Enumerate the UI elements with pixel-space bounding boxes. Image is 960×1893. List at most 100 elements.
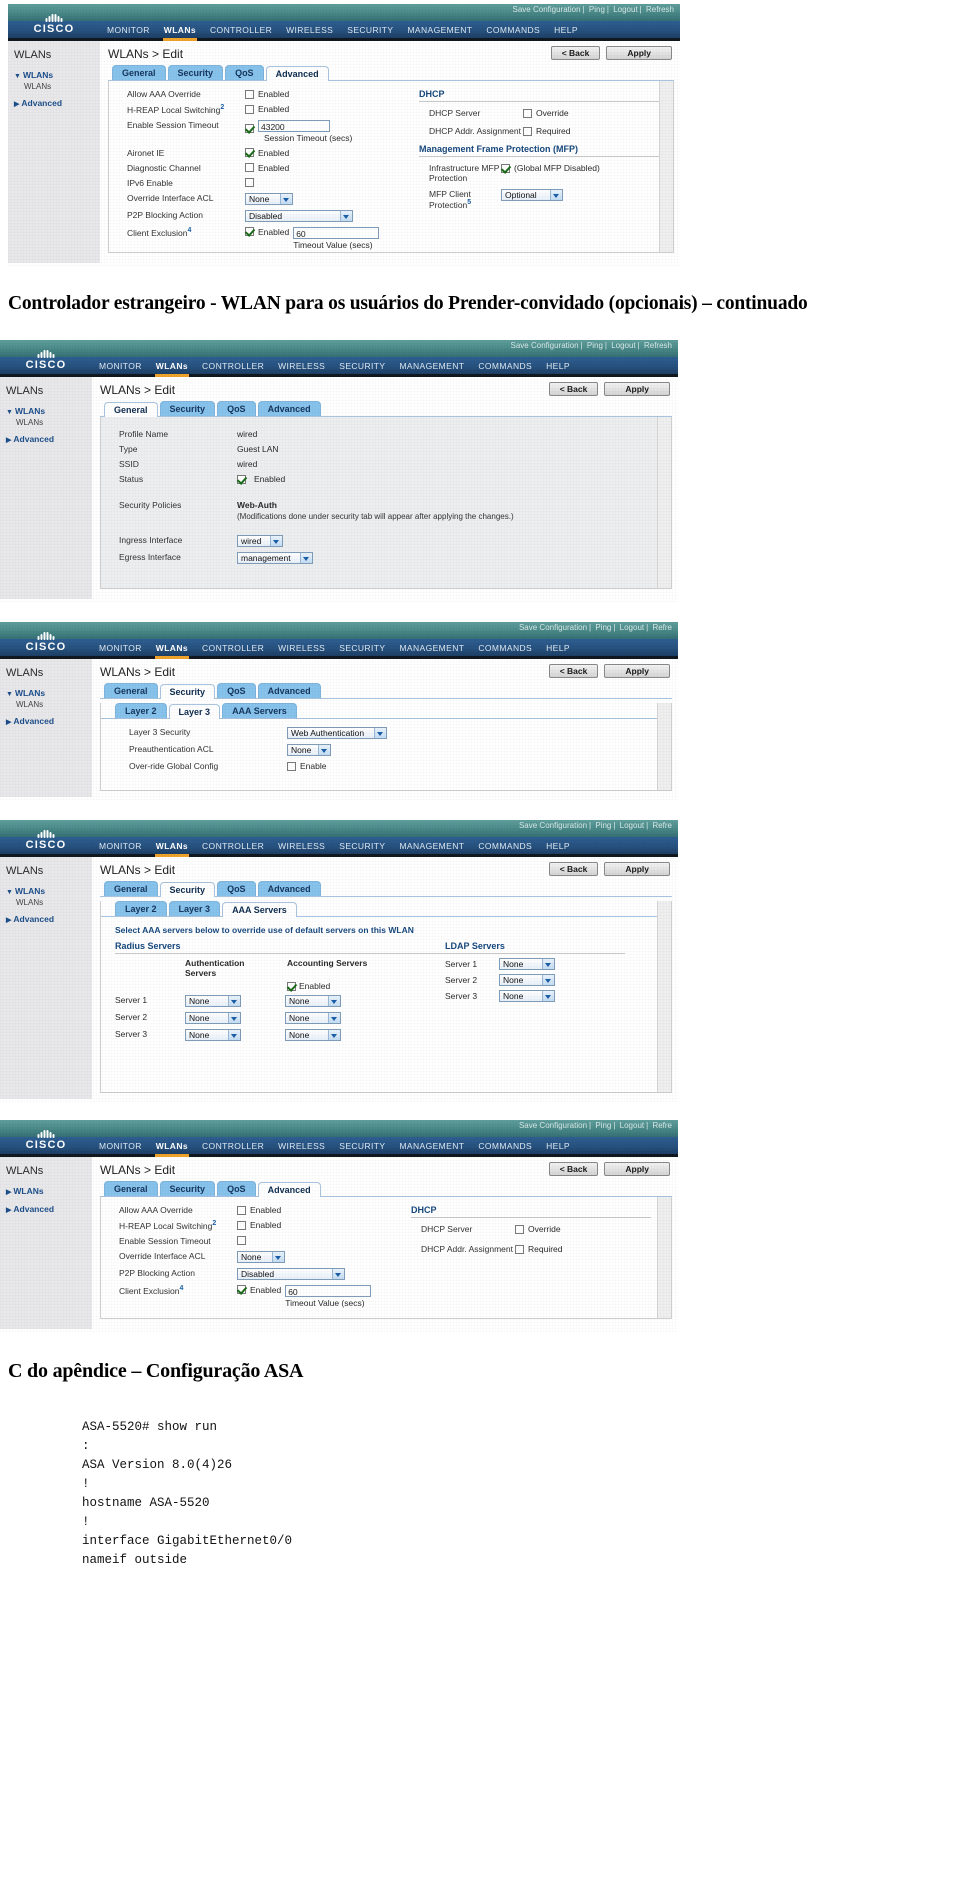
tab-general[interactable]: General: [112, 65, 166, 80]
nav-security[interactable]: SECURITY: [332, 361, 392, 371]
nav-commands[interactable]: COMMANDS: [479, 25, 547, 35]
tab-general[interactable]: General: [104, 683, 158, 698]
nav-commands[interactable]: COMMANDS: [471, 643, 539, 653]
ipv6-enable-checkbox[interactable]: [245, 177, 254, 187]
sidebar-item-advanced[interactable]: ▶ Advanced: [6, 434, 92, 444]
nav-monitor[interactable]: MONITOR: [92, 361, 149, 371]
sidebar-item-advanced[interactable]: ▶ Advanced: [6, 1204, 92, 1214]
nav-security[interactable]: SECURITY: [332, 841, 392, 851]
save-configuration-link[interactable]: Save Configuration: [513, 5, 581, 14]
nav-help[interactable]: HELP: [539, 361, 577, 371]
nav-wlans[interactable]: WLANs: [157, 25, 203, 41]
vertical-scrollbar[interactable]: [657, 703, 671, 790]
tab-security[interactable]: Security: [159, 882, 216, 897]
save-configuration-link[interactable]: Save Configuration: [519, 623, 587, 632]
logout-link[interactable]: Logout: [611, 341, 635, 350]
nav-controller[interactable]: CONTROLLER: [195, 643, 271, 653]
subtab-layer3[interactable]: Layer 3: [168, 704, 221, 719]
nav-commands[interactable]: COMMANDS: [471, 361, 539, 371]
refresh-link[interactable]: Refresh: [646, 5, 674, 14]
dhcp-addr-assignment-required-checkbox[interactable]: [515, 1244, 524, 1254]
subtab-aaa-servers[interactable]: AAA Servers: [222, 902, 297, 917]
dhcp-server-override-checkbox[interactable]: [523, 108, 532, 118]
tab-advanced[interactable]: Advanced: [257, 683, 321, 698]
vertical-scrollbar[interactable]: [657, 901, 671, 1092]
footnote-ref[interactable]: 2: [220, 104, 224, 111]
infrastructure-mfp-protection-checkbox[interactable]: [501, 163, 510, 173]
tab-qos[interactable]: QoS: [225, 65, 264, 80]
nav-controller[interactable]: CONTROLLER: [203, 25, 279, 35]
nav-commands[interactable]: COMMANDS: [471, 841, 539, 851]
nav-wireless[interactable]: WIRELESS: [271, 1141, 332, 1151]
logout-link[interactable]: Logout: [620, 623, 644, 632]
subtab-aaa-servers[interactable]: AAA Servers: [222, 703, 297, 718]
tab-general[interactable]: General: [104, 402, 158, 417]
enable-session-timeout-checkbox[interactable]: [245, 123, 254, 133]
tab-qos[interactable]: QoS: [217, 683, 256, 698]
top-links[interactable]: Save Configuration | Ping | Logout | Refre: [517, 1121, 674, 1130]
tab-security[interactable]: Security: [159, 684, 216, 699]
sidebar-item-wlans[interactable]: ▼ WLANs: [14, 70, 100, 80]
client-exclusion-timeout-input[interactable]: 60: [285, 1284, 372, 1297]
footnote-ref[interactable]: 4: [187, 227, 191, 234]
nav-help[interactable]: HELP: [539, 643, 577, 653]
allow-aaa-override-checkbox[interactable]: [237, 1205, 246, 1215]
nav-management[interactable]: MANAGEMENT: [392, 643, 471, 653]
subtab-layer2[interactable]: Layer 2: [115, 703, 167, 718]
sidebar-item-wlans[interactable]: ▼ WLANs: [6, 406, 92, 416]
ping-link[interactable]: Ping: [595, 1121, 611, 1130]
tab-advanced[interactable]: Advanced: [257, 881, 321, 896]
back-button[interactable]: < Back: [548, 664, 599, 678]
nav-help[interactable]: HELP: [539, 1141, 577, 1151]
dhcp-addr-assignment-required-checkbox[interactable]: [523, 126, 532, 136]
acct-server-3-select[interactable]: None: [285, 1029, 341, 1041]
accounting-enabled-checkbox[interactable]: [287, 981, 296, 991]
sidebar-item-advanced[interactable]: ▶ Advanced: [6, 914, 92, 924]
nav-wlans[interactable]: WLANs: [149, 841, 195, 857]
override-interface-acl-select[interactable]: None: [237, 1250, 285, 1263]
logout-link[interactable]: Logout: [613, 5, 637, 14]
nav-help[interactable]: HELP: [547, 25, 585, 35]
nav-monitor[interactable]: MONITOR: [92, 841, 149, 851]
tab-general[interactable]: General: [104, 1181, 158, 1196]
footnote-ref[interactable]: 2: [212, 1220, 216, 1227]
nav-security[interactable]: SECURITY: [332, 643, 392, 653]
refresh-link[interactable]: Refre: [652, 1121, 672, 1130]
nav-controller[interactable]: CONTROLLER: [195, 1141, 271, 1151]
sidebar-subitem-wlans[interactable]: WLANs: [16, 418, 92, 427]
hreap-local-switching-checkbox[interactable]: [237, 1220, 246, 1230]
auth-server-3-select[interactable]: None: [185, 1029, 241, 1041]
ping-link[interactable]: Ping: [589, 5, 605, 14]
back-button[interactable]: < Back: [548, 382, 599, 396]
nav-wireless[interactable]: WIRELESS: [279, 25, 340, 35]
apply-button[interactable]: Apply: [604, 862, 670, 876]
vertical-scrollbar[interactable]: [657, 417, 671, 588]
footnote-ref[interactable]: 4: [179, 1285, 183, 1292]
tab-qos[interactable]: QoS: [217, 1181, 256, 1196]
client-exclusion-checkbox[interactable]: [245, 226, 254, 236]
hreap-local-switching-checkbox[interactable]: [245, 104, 254, 114]
auth-server-2-select[interactable]: None: [185, 1012, 241, 1024]
sidebar-subitem-wlans[interactable]: WLANs: [16, 898, 92, 907]
vertical-scrollbar[interactable]: [659, 81, 673, 252]
nav-security[interactable]: SECURITY: [332, 1141, 392, 1151]
nav-commands[interactable]: COMMANDS: [471, 1141, 539, 1151]
save-configuration-link[interactable]: Save Configuration: [511, 341, 579, 350]
subtab-layer2[interactable]: Layer 2: [115, 901, 167, 916]
diagnostic-channel-checkbox[interactable]: [245, 163, 254, 173]
client-exclusion-timeout-input[interactable]: 60: [293, 226, 380, 239]
sidebar-item-wlans[interactable]: ▼ WLANs: [6, 688, 92, 698]
sidebar-subitem-wlans[interactable]: WLANs: [24, 82, 100, 91]
nav-wireless[interactable]: WIRELESS: [271, 361, 332, 371]
nav-management[interactable]: MANAGEMENT: [392, 1141, 471, 1151]
override-global-config-checkbox[interactable]: [287, 761, 296, 771]
nav-security[interactable]: SECURITY: [340, 25, 400, 35]
p2p-blocking-action-select[interactable]: Disabled: [237, 1267, 345, 1280]
nav-management[interactable]: MANAGEMENT: [392, 361, 471, 371]
sidebar-item-wlans[interactable]: ▼ WLANs: [6, 886, 92, 896]
layer3-security-select[interactable]: Web Authentication: [287, 727, 387, 739]
aironet-ie-checkbox[interactable]: [245, 148, 254, 158]
tab-security[interactable]: Security: [167, 65, 224, 80]
apply-button[interactable]: Apply: [606, 46, 672, 60]
sidebar-item-advanced[interactable]: ▶ Advanced: [6, 716, 92, 726]
